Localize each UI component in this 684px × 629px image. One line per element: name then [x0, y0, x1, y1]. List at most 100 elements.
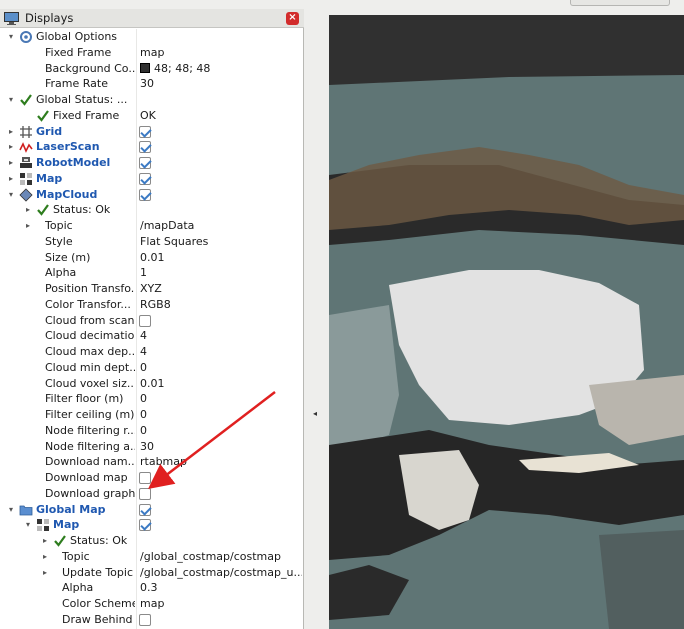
tree-value[interactable]: 30 — [140, 440, 302, 453]
tree-value[interactable]: RGB8 — [140, 298, 302, 311]
tree-row-filter-ceiling[interactable]: Filter ceiling (m) 0 — [0, 407, 302, 423]
tree-row-global-map-alpha[interactable]: Alpha 0.3 — [0, 580, 302, 596]
tree-row-frame-rate[interactable]: Frame Rate 30 — [0, 76, 302, 92]
tree-value[interactable]: 0.3 — [140, 581, 302, 594]
collapsed-arrow-icon[interactable]: ▸ — [6, 141, 16, 153]
tree-value[interactable]: map — [140, 46, 302, 59]
collapsed-arrow-icon[interactable]: ▸ — [40, 567, 50, 579]
tree-label: Background Co... — [45, 61, 135, 75]
tree-row-cloud-voxel-size[interactable]: Cloud voxel siz... 0.01 — [0, 376, 302, 392]
tree-row-grid[interactable]: ▸ Grid — [0, 124, 302, 140]
tree-row-global-map-map[interactable]: ▾ Map — [0, 517, 302, 533]
tree-value[interactable]: 0.01 — [140, 377, 302, 390]
tree-row-global-options[interactable]: ▾ Global Options — [0, 29, 302, 45]
tree-value[interactable]: 0.01 — [140, 251, 302, 264]
tree-row-update-topic[interactable]: ▸ Update Topic/global_costmap/costmap_u..… — [0, 565, 302, 581]
checkbox-grid[interactable] — [139, 125, 151, 138]
tree-value[interactable]: 0 — [140, 408, 302, 421]
tree-value[interactable]: /global_costmap/costmap — [140, 550, 302, 563]
tree-value[interactable]: 0 — [140, 361, 302, 374]
toolbar-button[interactable] — [570, 0, 670, 6]
tree-value[interactable]: 4 — [140, 329, 302, 342]
tree-row-alpha[interactable]: Alpha 1 — [0, 265, 302, 281]
collapsed-arrow-icon[interactable]: ▸ — [23, 220, 33, 232]
tree-row-topic[interactable]: ▸ Topic/mapData — [0, 218, 302, 234]
checkbox-laserscan[interactable] — [139, 141, 151, 154]
tree-row-global-map-topic[interactable]: ▸ Topic/global_costmap/costmap — [0, 549, 302, 565]
tree-label: Map — [53, 518, 80, 532]
tree-row-cloud-max-depth[interactable]: Cloud max dep... 4 — [0, 344, 302, 360]
checkbox-draw-behind[interactable] — [139, 613, 151, 626]
tree-value[interactable]: 30 — [140, 77, 302, 90]
3d-viewport[interactable] — [329, 15, 684, 629]
tree-label: Node filtering r... — [45, 423, 135, 437]
tree-label: Cloud from scan — [45, 313, 135, 327]
checkbox-download-map[interactable] — [139, 472, 151, 484]
tree-row-global-status[interactable]: ▾ Global Status: ... — [0, 92, 302, 108]
tree-value[interactable]: rtabmap — [140, 455, 302, 468]
checkbox-cloud-from-scan[interactable] — [139, 314, 151, 327]
tree-value[interactable]: /global_costmap/costmap_u... — [140, 566, 302, 579]
tree-row-cloud-decimation[interactable]: Cloud decimation 4 — [0, 328, 302, 344]
tree-row-cloud-from-scan[interactable]: Cloud from scan — [0, 313, 302, 329]
checkbox-robotmodel[interactable] — [139, 157, 151, 169]
tree-row-color-scheme[interactable]: Color Scheme map — [0, 596, 302, 612]
tree-row-fixed-frame-status[interactable]: Fixed Frame OK — [0, 108, 302, 124]
tree-label: Color Scheme — [62, 597, 135, 610]
tree-label: Position Transfo... — [45, 282, 135, 295]
tree-row-global-map[interactable]: ▾ Global Map — [0, 502, 302, 518]
tree-value[interactable]: 4 — [140, 345, 302, 358]
checkbox-map[interactable] — [139, 172, 151, 185]
tree-row-style[interactable]: Style Flat Squares — [0, 234, 302, 250]
tree-value[interactable]: 48; 48; 48 — [140, 62, 302, 75]
tree-row-fixed-frame[interactable]: Fixed Frame map — [0, 45, 302, 61]
tree-value[interactable]: /mapData — [140, 219, 302, 232]
tree-value[interactable]: XYZ — [140, 282, 302, 295]
tree-row-global-map-status[interactable]: ▸ Status: Ok — [0, 533, 302, 549]
collapsed-arrow-icon[interactable]: ▸ — [6, 157, 16, 169]
tree-row-download-graph[interactable]: Download graph — [0, 486, 302, 502]
collapse-arrow-icon[interactable]: ◂ — [313, 409, 319, 419]
tree-row-draw-behind[interactable]: Draw Behind — [0, 612, 302, 628]
tree-row-cloud-min-depth[interactable]: Cloud min dept... 0 — [0, 360, 302, 376]
tree-row-color-transform[interactable]: Color Transfor... RGB8 — [0, 297, 302, 313]
tree-row-node-filtering-angle[interactable]: Node filtering a... 30 — [0, 439, 302, 455]
tree-row-download-namespace[interactable]: Download nam... rtabmap — [0, 454, 302, 470]
tree-row-map[interactable]: ▸ Map — [0, 171, 302, 187]
collapsed-arrow-icon[interactable]: ▸ — [40, 551, 50, 563]
tree-row-mapcloud[interactable]: ▾ MapCloud — [0, 187, 302, 203]
expanded-arrow-icon[interactable]: ▾ — [6, 94, 16, 106]
checkbox-global-map[interactable] — [139, 503, 151, 516]
tree-value[interactable]: map — [140, 597, 302, 610]
tree-value[interactable]: OK — [140, 109, 302, 122]
tree-row-mapcloud-status[interactable]: ▸ Status: Ok — [0, 202, 302, 218]
expanded-arrow-icon[interactable]: ▾ — [6, 504, 16, 516]
tree-row-background-color[interactable]: Background Co... 48; 48; 48 — [0, 61, 302, 77]
panel-splitter[interactable] — [305, 9, 329, 629]
tree-value[interactable]: 0 — [140, 392, 302, 405]
collapsed-arrow-icon[interactable]: ▸ — [6, 126, 16, 138]
checkbox-mapcloud[interactable] — [139, 188, 151, 201]
collapsed-arrow-icon[interactable]: ▸ — [23, 204, 33, 216]
expanded-arrow-icon[interactable]: ▾ — [23, 519, 33, 531]
expanded-arrow-icon[interactable]: ▾ — [6, 189, 16, 201]
tree-row-position-transform[interactable]: Position Transfo... XYZ — [0, 281, 302, 297]
checkbox-download-graph[interactable] — [139, 487, 151, 500]
collapsed-arrow-icon[interactable]: ▸ — [6, 173, 16, 185]
tree-value-text: /global_costmap/costmap — [140, 549, 281, 563]
tree-row-filter-floor[interactable]: Filter floor (m) 0 — [0, 391, 302, 407]
tree-value[interactable]: Flat Squares — [140, 235, 302, 248]
check-icon — [36, 109, 50, 123]
tree-row-size[interactable]: Size (m) 0.01 — [0, 250, 302, 266]
collapsed-arrow-icon[interactable]: ▸ — [40, 535, 50, 547]
checkbox-global-map-map[interactable] — [139, 519, 151, 532]
color-swatch[interactable] — [140, 62, 150, 73]
tree-value[interactable]: 1 — [140, 266, 302, 279]
tree-row-laserscan[interactable]: ▸ LaserScan — [0, 139, 302, 155]
expanded-arrow-icon[interactable]: ▾ — [6, 31, 16, 43]
tree-value[interactable]: 0 — [140, 424, 302, 437]
tree-row-download-map[interactable]: Download map — [0, 470, 302, 486]
tree-row-node-filtering-radius[interactable]: Node filtering r... 0 — [0, 423, 302, 439]
tree-row-robotmodel[interactable]: ▸ RobotModel — [0, 155, 302, 171]
close-panel-button[interactable]: × — [286, 12, 299, 25]
